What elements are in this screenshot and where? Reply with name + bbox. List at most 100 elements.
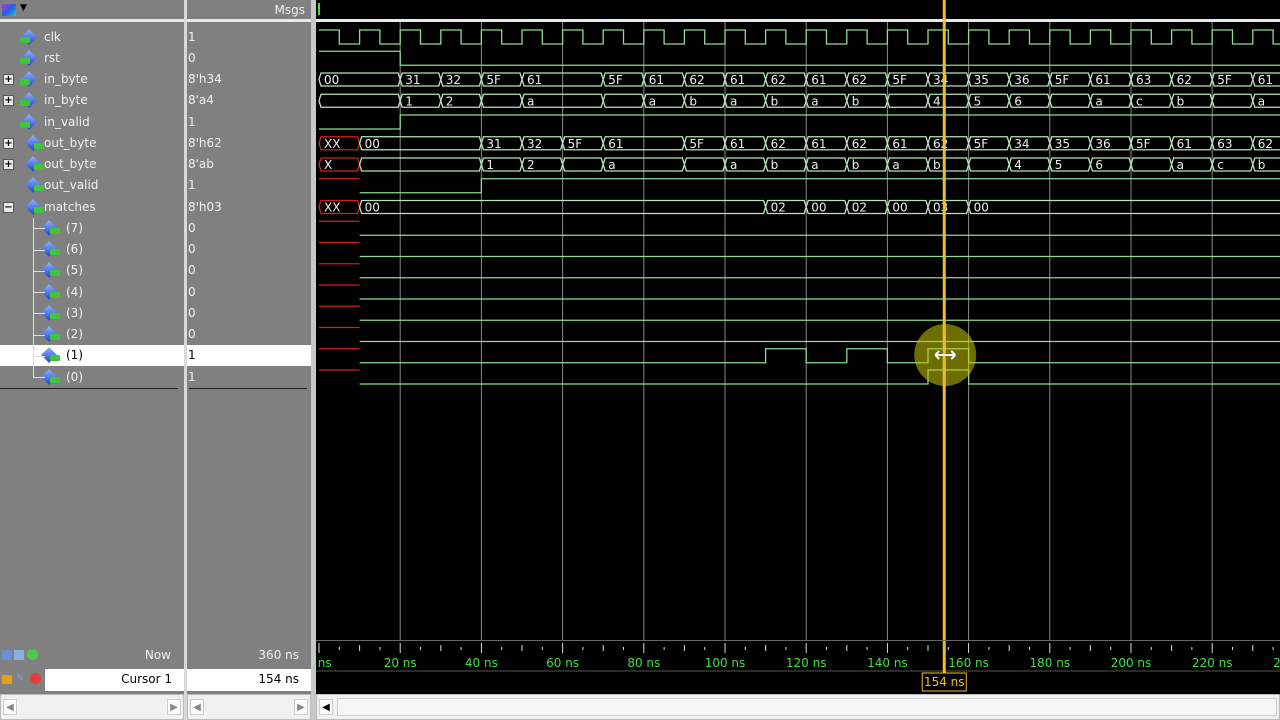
clk-waveform — [319, 29, 1280, 45]
signal-name: (0) — [66, 369, 83, 384]
bus-segment — [602, 93, 645, 108]
bus-value-label: a — [730, 94, 737, 108]
bus-value-label: 4 — [1014, 158, 1022, 172]
tree-line — [33, 292, 45, 293]
bus-value-label: 36 — [1014, 73, 1029, 87]
scroll-thumb[interactable] — [337, 698, 1277, 716]
scroll-left-icon[interactable]: ◀ — [3, 699, 17, 715]
signal-name: rst — [44, 50, 60, 65]
values-scrollbar[interactable]: ◀ ▶ — [187, 694, 311, 720]
signal-value[interactable]: 0 — [187, 48, 311, 69]
signal-value[interactable]: 0 — [187, 324, 311, 345]
signal-value[interactable]: 0 — [187, 260, 311, 281]
signal-row[interactable]: (6) — [0, 239, 184, 260]
signal-row[interactable]: rst — [0, 48, 184, 69]
signal-row[interactable]: − matches — [0, 197, 184, 218]
lock-icon[interactable] — [2, 675, 12, 684]
arrow-icon — [50, 249, 60, 255]
zoom-icon[interactable] — [14, 650, 24, 660]
scroll-left-icon[interactable]: ◀ — [190, 699, 204, 715]
scroll-left-icon[interactable]: ◀ — [319, 699, 333, 715]
cursor-name-field[interactable]: Cursor 1 — [45, 669, 184, 691]
value-text: 1 — [188, 369, 196, 384]
signal-value[interactable]: 1 — [187, 345, 311, 367]
expand-icon[interactable]: + — [3, 95, 14, 107]
bus-value-label: 5F — [1217, 73, 1232, 87]
signal-name: in_valid — [44, 114, 90, 129]
bus-value-label: 61 — [649, 73, 664, 87]
bus-value-label: 62 — [852, 73, 867, 87]
signal-value[interactable]: 8'h03 — [187, 197, 311, 218]
value-text: 1 — [188, 178, 196, 193]
signal-value[interactable]: 0 — [187, 218, 311, 239]
expand-icon[interactable]: + — [3, 137, 14, 149]
signal-row[interactable]: (2) — [0, 324, 184, 345]
bus-value-label: c — [1217, 158, 1224, 172]
axis-tick-label: 120 ns — [786, 656, 827, 670]
signal-row[interactable]: (3) — [0, 303, 184, 324]
signal-row[interactable]: (7) — [0, 218, 184, 239]
bit-waveform — [319, 114, 1280, 130]
signal-row[interactable]: in_valid — [0, 112, 184, 133]
signal-row[interactable]: + in_byte — [0, 69, 184, 90]
signal-row[interactable]: (5) — [0, 260, 184, 281]
wave-menu-icon[interactable] — [2, 4, 16, 16]
bus-value-label: 2 — [527, 158, 535, 172]
scroll-right-icon[interactable]: ▶ — [294, 699, 308, 715]
value-text: 1 — [188, 114, 196, 129]
axis-tick-label: 220 ns — [1192, 656, 1233, 670]
signal-value[interactable]: 8'ab — [187, 154, 311, 175]
signal-value[interactable]: 0 — [187, 282, 311, 303]
signal-row[interactable]: + out_byte — [0, 154, 184, 175]
signal-row[interactable]: + in_byte — [0, 90, 184, 111]
tree-line — [33, 228, 45, 230]
signal-value[interactable]: 1 — [187, 112, 311, 133]
expand-icon[interactable]: + — [3, 74, 14, 85]
signal-value[interactable]: 0 — [187, 239, 311, 260]
scroll-right-icon[interactable]: ▶ — [167, 699, 181, 715]
edit-cursor-icon[interactable]: ✎ — [16, 674, 26, 684]
bus-value-label: 5F — [486, 73, 501, 87]
bus-value-label: a — [1095, 94, 1102, 108]
waveform-scrollbar[interactable]: ◀ — [316, 694, 1280, 720]
signal-value[interactable]: 1 — [187, 175, 311, 196]
waveform-canvas[interactable]: 00 31 32 5F 61 5F 61 62 61 62 61 62 5F 34 35 36 5F 61 63 62… — [316, 0, 1280, 640]
signal-row[interactable]: (4) — [0, 282, 184, 303]
bus-value-label: 62 — [771, 137, 786, 151]
tree-line — [33, 355, 45, 357]
signal-row[interactable]: out_valid — [0, 175, 184, 196]
axis-tick-label: 80 ns — [627, 656, 660, 670]
signal-value[interactable]: 1 — [187, 27, 311, 48]
arrow-icon — [34, 142, 44, 149]
signal-value[interactable]: 8'h62 — [187, 133, 311, 154]
time-axis[interactable]: 0 ns 20 ns 40 ns 60 ns 80 ns 100 ns 120 ns 140 … — [316, 640, 1280, 694]
bus-value-label: a — [811, 158, 818, 172]
signal-row[interactable]: + out_byte — [0, 133, 184, 154]
tree-line — [33, 218, 34, 378]
chevron-down-icon[interactable]: ▼ — [20, 3, 27, 13]
signal-value[interactable]: 1 — [187, 367, 311, 388]
bus-segment — [1049, 93, 1092, 108]
signal-name: out_valid — [44, 178, 99, 193]
bus-value-label: 00 — [974, 201, 989, 215]
delete-cursor-icon[interactable] — [30, 673, 41, 684]
bus-value-label: 61 — [1095, 73, 1110, 87]
bus-value-label: 4 — [933, 94, 941, 108]
signal-value[interactable]: 8'a4 — [187, 90, 311, 111]
waveform-pane[interactable]: 00 31 32 5F 61 5F 61 62 61 62 61 62 5F 34 35 36 5F 61 63 62… — [316, 0, 1280, 640]
expand-icon[interactable]: + — [3, 159, 14, 170]
add-cursor-icon[interactable] — [2, 650, 12, 660]
arrow-icon — [50, 376, 60, 383]
bus-value-label: 5F — [568, 137, 583, 151]
signal-row[interactable]: (1) — [0, 345, 184, 367]
names-scrollbar[interactable]: ◀ ▶ — [0, 694, 184, 720]
signal-row[interactable]: (0) — [0, 367, 184, 388]
insert-cursor-icon[interactable] — [27, 649, 38, 660]
signal-value[interactable]: 0 — [187, 303, 311, 324]
signal-row[interactable]: clk — [0, 27, 184, 48]
value-text: 8'h34 — [188, 72, 222, 86]
collapse-icon[interactable]: − — [3, 201, 14, 213]
signal-value[interactable]: 8'h34 — [187, 69, 311, 90]
bus-segment — [683, 157, 726, 172]
cursor-value-field[interactable]: 154 ns — [187, 669, 311, 691]
